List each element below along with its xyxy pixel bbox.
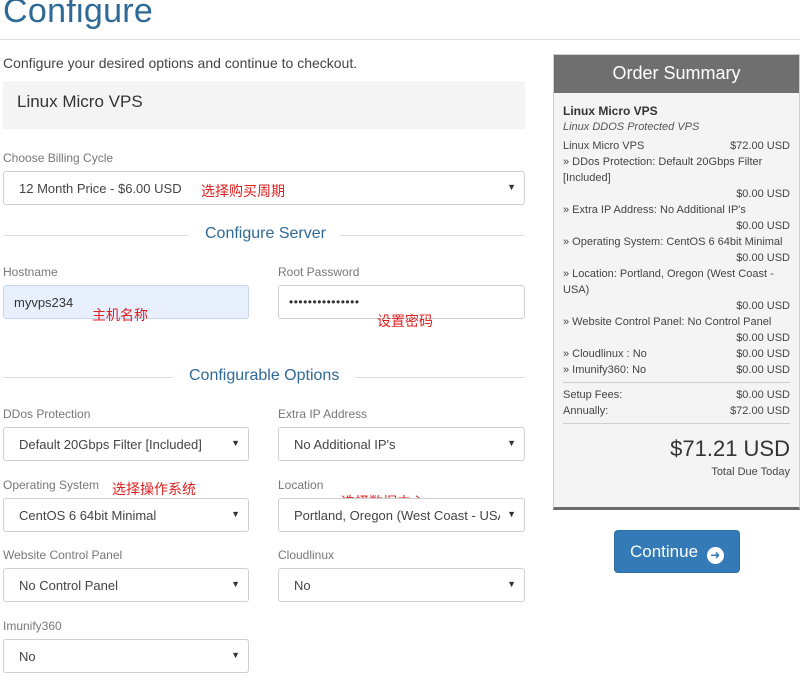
location-select[interactable]: Portland, Oregon (West Coast - USA ▼	[278, 498, 525, 532]
ddos-protection-label: DDos Protection	[3, 407, 91, 421]
configurable-options-title: Configurable Options	[189, 367, 340, 384]
summary-ddos-amount: $0.00 USD	[736, 188, 790, 200]
arrow-circle-right-icon: ➜	[706, 547, 724, 564]
summary-cloudlinux-amount: $0.00 USD	[736, 348, 790, 360]
summary-divider	[563, 382, 790, 383]
configure-server-heading: Configure Server	[3, 225, 525, 245]
divider-line	[3, 235, 189, 236]
divider-line	[355, 377, 525, 378]
root-password-label: Root Password	[278, 265, 360, 279]
billing-cycle-label: Choose Billing Cycle	[3, 151, 114, 165]
cloudlinux-label: Cloudlinux	[278, 548, 335, 562]
summary-extra-ip-amount: $0.00 USD	[736, 220, 790, 232]
summary-annual-amount: $72.00 USD	[730, 405, 790, 417]
summary-imunify-amount: $0.00 USD	[736, 364, 790, 376]
divider-line	[3, 377, 173, 378]
chevron-down-icon: ▼	[231, 509, 240, 519]
summary-base-amount: $72.00 USD	[730, 140, 790, 152]
chevron-down-icon: ▼	[231, 650, 240, 660]
summary-cloudlinux-line: » Cloudlinux : No	[563, 348, 647, 360]
cloudlinux-value: No	[294, 578, 311, 593]
summary-location-line: » Location: Portland, Oregon (West Coast…	[563, 268, 774, 296]
control-panel-value: No Control Panel	[19, 578, 118, 593]
extra-ip-value: No Additional IP's	[294, 437, 396, 452]
summary-setup-label: Setup Fees:	[563, 389, 623, 401]
summary-os-line: » Operating System: CentOS 6 64bit Minim…	[563, 236, 783, 248]
operating-system-value: CentOS 6 64bit Minimal	[19, 508, 157, 523]
billing-annotation: 选择购买周期	[201, 184, 285, 200]
summary-setup-amount: $0.00 USD	[736, 389, 790, 401]
imunify360-select[interactable]: No ▼	[3, 639, 249, 673]
page-title: Configure	[3, 0, 154, 30]
divider-line	[340, 235, 525, 236]
summary-product-name: Linux Micro VPS	[563, 104, 658, 118]
summary-total-due: $71.21 USD	[670, 436, 790, 461]
control-panel-select[interactable]: No Control Panel ▼	[3, 568, 249, 602]
operating-system-select[interactable]: CentOS 6 64bit Minimal ▼	[3, 498, 249, 532]
summary-ddos-line: » DDos Protection: Default 20Gbps Filter…	[563, 156, 763, 184]
intro-text: Configure your desired options and conti…	[3, 55, 358, 71]
operating-system-label: Operating System	[3, 478, 100, 492]
summary-annual-row: Annually: $72.00 USD	[563, 403, 790, 419]
hostname-label: Hostname	[3, 265, 58, 279]
imunify360-label: Imunify360	[3, 619, 62, 633]
location-label: Location	[278, 478, 324, 492]
control-panel-label: Website Control Panel	[3, 548, 123, 562]
summary-setup-row: Setup Fees: $0.00 USD	[563, 387, 790, 403]
continue-button[interactable]: Continue ➜	[614, 530, 740, 573]
hostname-annotation: 主机名称	[92, 308, 148, 324]
summary-annual-label: Annually:	[563, 405, 609, 417]
extra-ip-label: Extra IP Address	[278, 407, 368, 421]
chevron-down-icon: ▼	[507, 509, 516, 519]
summary-base-row: Linux Micro VPS $72.00 USD	[563, 138, 790, 154]
os-annotation: 选择操作系统	[112, 482, 196, 498]
chevron-down-icon: ▼	[507, 182, 516, 192]
product-info-box: Linux Micro VPS	[3, 81, 525, 129]
summary-extra-ip-line: » Extra IP Address: No Additional IP's	[563, 204, 746, 216]
summary-cloudlinux-row: » Cloudlinux : No $0.00 USD	[563, 346, 790, 362]
chevron-down-icon: ▼	[507, 438, 516, 448]
extra-ip-select[interactable]: No Additional IP's ▼	[278, 427, 525, 461]
order-summary-panel: Order Summary Linux Micro VPS Linux DDOS…	[553, 54, 800, 510]
summary-imunify-line: » Imunify360: No	[563, 364, 647, 376]
summary-panel-amount: $0.00 USD	[736, 332, 790, 344]
ddos-protection-value: Default 20Gbps Filter [Included]	[19, 437, 202, 452]
configurable-options-heading: Configurable Options	[3, 367, 525, 387]
summary-product-group: Linux DDOS Protected VPS	[563, 121, 700, 133]
chevron-down-icon: ▼	[231, 438, 240, 448]
summary-os-amount: $0.00 USD	[736, 252, 790, 264]
continue-button-label: Continue	[630, 542, 699, 561]
product-name: Linux Micro VPS	[17, 92, 143, 111]
chevron-down-icon: ▼	[231, 579, 240, 589]
summary-location-amount: $0.00 USD	[736, 300, 790, 312]
configure-server-title: Configure Server	[205, 225, 326, 242]
cloudlinux-select[interactable]: No ▼	[278, 568, 525, 602]
summary-imunify-row: » Imunify360: No $0.00 USD	[563, 362, 790, 378]
summary-total-label: Total Due Today	[711, 466, 790, 478]
location-value: Portland, Oregon (West Coast - USA	[294, 508, 500, 523]
password-annotation: 设置密码	[377, 314, 433, 330]
title-divider	[0, 39, 800, 40]
imunify360-value: No	[19, 649, 36, 664]
ddos-protection-select[interactable]: Default 20Gbps Filter [Included] ▼	[3, 427, 249, 461]
order-summary-title: Order Summary	[554, 55, 799, 93]
summary-panel-line: » Website Control Panel: No Control Pane…	[563, 316, 772, 328]
chevron-down-icon: ▼	[507, 579, 516, 589]
summary-base-label: Linux Micro VPS	[563, 140, 645, 152]
summary-divider	[563, 423, 790, 424]
